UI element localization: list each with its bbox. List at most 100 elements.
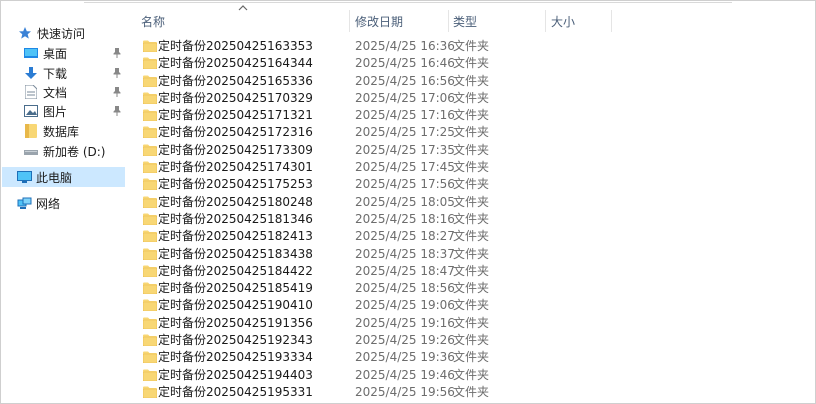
file-type: 文件夹 bbox=[453, 263, 490, 278]
column-divider[interactable] bbox=[545, 10, 546, 32]
column-header-size[interactable]: 大小 bbox=[551, 10, 611, 32]
folder-icon bbox=[143, 75, 157, 87]
file-modified: 2025/4/25 18:05 bbox=[355, 194, 455, 209]
nav-new-volume-label: 新加卷 (D:) bbox=[43, 144, 106, 159]
column-header-name[interactable]: 名称 bbox=[141, 10, 349, 32]
file-type: 文件夹 bbox=[453, 160, 490, 175]
nav-network[interactable]: 网络 bbox=[16, 193, 60, 213]
file-name: 定时备份20250425194403 bbox=[158, 367, 313, 382]
file-modified: 2025/4/25 17:06 bbox=[355, 90, 455, 105]
file-modified: 2025/4/25 19:56 bbox=[355, 384, 455, 399]
file-row[interactable]: 定时备份20250425191356 2025/4/25 19:16 文件夹 bbox=[129, 315, 809, 332]
file-type: 文件夹 bbox=[453, 281, 490, 296]
file-row[interactable]: 定时备份20250425195331 2025/4/25 19:56 文件夹 bbox=[129, 384, 809, 401]
file-row[interactable]: 定时备份20250425183438 2025/4/25 18:37 文件夹 bbox=[129, 246, 809, 263]
drive-icon bbox=[23, 143, 39, 159]
file-modified: 2025/4/25 19:26 bbox=[355, 333, 455, 348]
folder-icon bbox=[143, 386, 157, 398]
file-modified: 2025/4/25 18:56 bbox=[355, 281, 455, 296]
nav-documents[interactable]: 文档 bbox=[23, 82, 67, 102]
file-modified: 2025/4/25 18:47 bbox=[355, 263, 455, 278]
column-header-type-label: 类型 bbox=[453, 14, 478, 29]
file-row[interactable]: 定时备份20250425165336 2025/4/25 16:56 文件夹 bbox=[129, 73, 809, 90]
file-row[interactable]: 定时备份20250425175253 2025/4/25 17:56 文件夹 bbox=[129, 176, 809, 193]
file-name: 定时备份20250425192343 bbox=[158, 333, 313, 348]
folder-icon bbox=[143, 92, 157, 104]
address-bar-edge bbox=[84, 0, 732, 3]
file-row[interactable]: 定时备份20250425192343 2025/4/25 19:26 文件夹 bbox=[129, 332, 809, 349]
file-row[interactable]: 定时备份20250425180248 2025/4/25 18:05 文件夹 bbox=[129, 194, 809, 211]
nav-downloads[interactable]: 下载 bbox=[23, 63, 67, 83]
file-modified: 2025/4/25 16:36 bbox=[355, 39, 455, 53]
file-list: 定时备份20250425163353 2025/4/25 16:36 文件夹 定时备份… bbox=[129, 38, 809, 401]
network-icon bbox=[16, 195, 32, 211]
file-row[interactable]: 定时备份20250425185419 2025/4/25 18:56 文件夹 bbox=[129, 280, 809, 297]
file-row[interactable]: 定时备份20250425172316 2025/4/25 17:25 文件夹 bbox=[129, 124, 809, 141]
file-type: 文件夹 bbox=[453, 194, 490, 209]
folder-icon bbox=[143, 351, 157, 364]
nav-database-label: 数据库 bbox=[43, 124, 80, 139]
file-modified: 2025/4/25 19:16 bbox=[355, 315, 455, 330]
folder-icon bbox=[23, 123, 39, 139]
file-type: 文件夹 bbox=[453, 384, 490, 399]
file-type: 文件夹 bbox=[453, 177, 490, 192]
nav-desktop-label: 桌面 bbox=[43, 46, 68, 61]
file-name: 定时备份20250425184422 bbox=[158, 263, 313, 278]
nav-new-volume[interactable]: 新加卷 (D:) bbox=[23, 141, 105, 161]
file-name: 定时备份20250425191356 bbox=[158, 315, 313, 330]
file-name: 定时备份20250425190410 bbox=[158, 298, 313, 313]
computer-icon bbox=[16, 169, 32, 185]
desktop-icon bbox=[23, 45, 39, 61]
folder-icon bbox=[143, 144, 157, 156]
file-row[interactable]: 定时备份20250425174301 2025/4/25 17:45 文件夹 bbox=[129, 159, 809, 176]
file-row[interactable]: 定时备份20250425194403 2025/4/25 19:46 文件夹 bbox=[129, 367, 809, 384]
file-name: 定时备份20250425195331 bbox=[158, 384, 313, 399]
file-type: 文件夹 bbox=[453, 56, 490, 71]
file-type: 文件夹 bbox=[453, 333, 490, 348]
file-name: 定时备份20250425193334 bbox=[158, 350, 313, 365]
file-name: 定时备份20250425165336 bbox=[158, 73, 313, 88]
nav-quick-access[interactable]: 快速访问 bbox=[17, 23, 85, 43]
column-divider[interactable] bbox=[611, 10, 612, 32]
file-type: 文件夹 bbox=[453, 39, 490, 53]
file-row[interactable]: 定时备份20250425193334 2025/4/25 19:36 文件夹 bbox=[129, 349, 809, 366]
nav-database[interactable]: 数据库 bbox=[23, 121, 79, 141]
folder-icon bbox=[143, 282, 157, 295]
folder-icon bbox=[143, 178, 157, 191]
file-type: 文件夹 bbox=[453, 298, 490, 313]
nav-this-pc[interactable]: 此电脑 bbox=[2, 167, 125, 187]
folder-icon bbox=[143, 317, 157, 329]
file-modified: 2025/4/25 17:45 bbox=[355, 160, 455, 175]
column-header-modified[interactable]: 修改日期 bbox=[355, 10, 448, 32]
pin-icon bbox=[113, 87, 121, 97]
file-row[interactable]: 定时备份20250425171321 2025/4/25 17:16 文件夹 bbox=[129, 107, 809, 124]
folder-icon bbox=[143, 109, 157, 122]
file-name: 定时备份20250425163353 bbox=[158, 39, 313, 53]
file-row[interactable]: 定时备份20250425164344 2025/4/25 16:46 文件夹 bbox=[129, 55, 809, 72]
nav-desktop[interactable]: 桌面 bbox=[23, 43, 67, 63]
file-type: 文件夹 bbox=[453, 108, 490, 123]
file-row[interactable]: 定时备份20250425173309 2025/4/25 17:35 文件夹 bbox=[129, 142, 809, 159]
folder-icon bbox=[143, 57, 157, 70]
nav-network-label: 网络 bbox=[36, 196, 61, 211]
document-icon bbox=[23, 84, 39, 100]
nav-downloads-label: 下载 bbox=[43, 66, 68, 81]
file-row[interactable]: 定时备份20250425181346 2025/4/25 18:16 文件夹 bbox=[129, 211, 809, 228]
file-modified: 2025/4/25 18:37 bbox=[355, 246, 455, 261]
file-name: 定时备份20250425174301 bbox=[158, 160, 313, 175]
file-modified: 2025/4/25 19:46 bbox=[355, 367, 455, 382]
file-row[interactable]: 定时备份20250425163353 2025/4/25 16:36 文件夹 bbox=[129, 38, 809, 55]
column-divider[interactable] bbox=[448, 10, 449, 32]
file-row[interactable]: 定时备份20250425184422 2025/4/25 18:47 文件夹 bbox=[129, 263, 809, 280]
column-header-type[interactable]: 类型 bbox=[453, 10, 545, 32]
file-row[interactable]: 定时备份20250425170329 2025/4/25 17:06 文件夹 bbox=[129, 90, 809, 107]
file-row[interactable]: 定时备份20250425190410 2025/4/25 19:06 文件夹 bbox=[129, 297, 809, 314]
file-row[interactable]: 定时备份20250425182413 2025/4/25 18:27 文件夹 bbox=[129, 228, 809, 245]
file-name: 定时备份20250425173309 bbox=[158, 142, 313, 157]
file-type: 文件夹 bbox=[453, 90, 490, 105]
column-divider[interactable] bbox=[349, 10, 350, 32]
nav-pictures[interactable]: 图片 bbox=[23, 101, 67, 121]
file-type: 文件夹 bbox=[453, 367, 490, 382]
file-name: 定时备份20250425185419 bbox=[158, 281, 313, 296]
file-name: 定时备份20250425170329 bbox=[158, 90, 313, 105]
